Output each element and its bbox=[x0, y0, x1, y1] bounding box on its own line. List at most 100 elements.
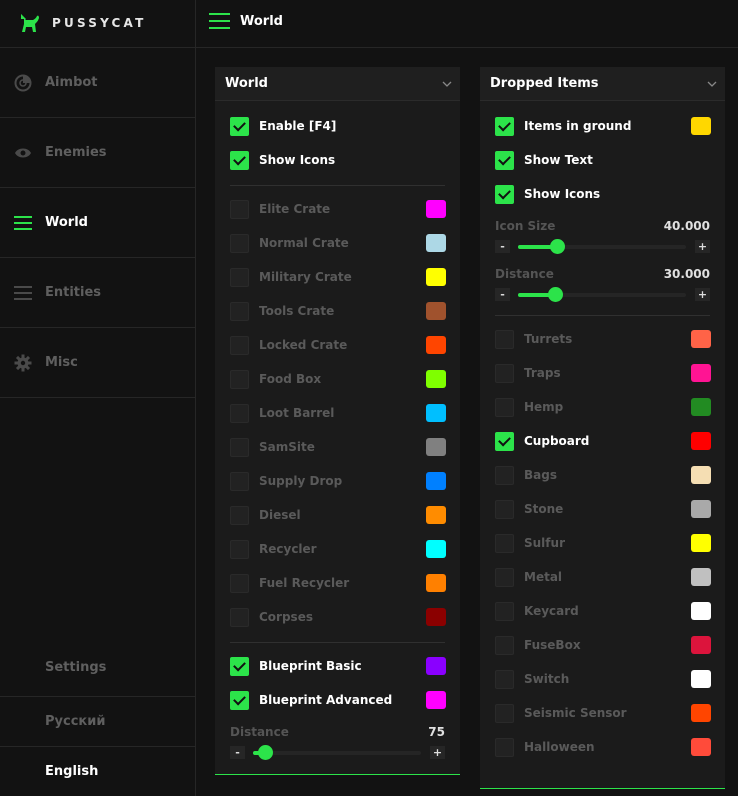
color-swatch[interactable] bbox=[426, 404, 446, 422]
checkbox[interactable] bbox=[495, 397, 514, 417]
color-swatch[interactable] bbox=[426, 540, 446, 558]
option-elite-crate[interactable]: Elite Crate bbox=[230, 199, 330, 219]
color-swatch[interactable] bbox=[691, 330, 711, 348]
option-samsite[interactable]: SamSite bbox=[230, 437, 315, 457]
color-swatch[interactable] bbox=[691, 500, 711, 518]
world-distance-slider-track[interactable] bbox=[253, 751, 421, 755]
color-swatch[interactable] bbox=[426, 574, 446, 592]
icon-size-decrement-button[interactable]: - bbox=[495, 240, 510, 253]
color-swatch[interactable] bbox=[691, 670, 711, 688]
option-tools-crate[interactable]: Tools Crate bbox=[230, 301, 334, 321]
checkbox[interactable] bbox=[230, 301, 249, 321]
checkbox[interactable] bbox=[230, 403, 249, 423]
option-diesel[interactable]: Diesel bbox=[230, 505, 301, 525]
color-swatch[interactable] bbox=[426, 234, 446, 252]
option-military-crate[interactable]: Military Crate bbox=[230, 267, 352, 287]
world-panel-header[interactable]: World bbox=[215, 67, 460, 101]
checkbox[interactable] bbox=[495, 601, 514, 621]
option-keycard[interactable]: Keycard bbox=[495, 601, 579, 621]
color-swatch[interactable] bbox=[691, 466, 711, 484]
option-recycler[interactable]: Recycler bbox=[230, 539, 317, 559]
color-swatch[interactable] bbox=[691, 704, 711, 722]
option-bags[interactable]: Bags bbox=[495, 465, 557, 485]
dropped-distance-increment-button[interactable]: + bbox=[695, 288, 710, 301]
color-swatch[interactable] bbox=[691, 432, 711, 450]
checkbox[interactable] bbox=[230, 539, 249, 559]
option-locked-crate[interactable]: Locked Crate bbox=[230, 335, 347, 355]
checkbox[interactable] bbox=[230, 471, 249, 491]
checkbox[interactable] bbox=[230, 505, 249, 525]
color-swatch[interactable] bbox=[426, 506, 446, 524]
option-seismic-sensor[interactable]: Seismic Sensor bbox=[495, 703, 627, 723]
checkbox[interactable] bbox=[495, 363, 514, 383]
checkbox[interactable] bbox=[230, 690, 249, 710]
checkbox[interactable] bbox=[495, 431, 514, 451]
option-show-icons[interactable]: Show Icons bbox=[230, 150, 335, 170]
checkbox[interactable] bbox=[495, 635, 514, 655]
settings-button[interactable]: Settings bbox=[0, 642, 196, 692]
checkbox[interactable] bbox=[495, 329, 514, 349]
color-swatch[interactable] bbox=[426, 200, 446, 218]
color-swatch[interactable] bbox=[691, 117, 711, 135]
checkbox[interactable] bbox=[495, 737, 514, 757]
color-swatch[interactable] bbox=[691, 738, 711, 756]
option-halloween[interactable]: Halloween bbox=[495, 737, 595, 757]
option-turrets[interactable]: Turrets bbox=[495, 329, 572, 349]
dropped-items-panel-header[interactable]: Dropped Items bbox=[480, 67, 725, 101]
option-normal-crate[interactable]: Normal Crate bbox=[230, 233, 349, 253]
option-food-box[interactable]: Food Box bbox=[230, 369, 321, 389]
checkbox[interactable] bbox=[495, 567, 514, 587]
icon-size-slider-handle[interactable] bbox=[550, 239, 565, 254]
world-distance-decrement-button[interactable]: - bbox=[230, 746, 245, 759]
option-loot-barrel[interactable]: Loot Barrel bbox=[230, 403, 334, 423]
option-blueprint-basic[interactable]: Blueprint Basic bbox=[230, 656, 362, 676]
checkbox[interactable] bbox=[230, 656, 249, 676]
option-show-text[interactable]: Show Text bbox=[495, 150, 593, 170]
checkbox[interactable] bbox=[495, 150, 514, 170]
color-swatch[interactable] bbox=[426, 691, 446, 709]
dropped-distance-slider-handle[interactable] bbox=[548, 287, 563, 302]
checkbox[interactable] bbox=[495, 184, 514, 204]
option-fusebox[interactable]: FuseBox bbox=[495, 635, 581, 655]
option-sulfur[interactable]: Sulfur bbox=[495, 533, 565, 553]
sidebar-item-misc[interactable]: Misc bbox=[0, 328, 196, 398]
color-swatch[interactable] bbox=[426, 302, 446, 320]
checkbox[interactable] bbox=[495, 499, 514, 519]
color-swatch[interactable] bbox=[691, 636, 711, 654]
option-fuel-recycler[interactable]: Fuel Recycler bbox=[230, 573, 349, 593]
checkbox[interactable] bbox=[495, 703, 514, 723]
option-show-icons[interactable]: Show Icons bbox=[495, 184, 600, 204]
color-swatch[interactable] bbox=[691, 364, 711, 382]
checkbox[interactable] bbox=[230, 369, 249, 389]
checkbox[interactable] bbox=[230, 335, 249, 355]
checkbox[interactable] bbox=[230, 233, 249, 253]
checkbox[interactable] bbox=[230, 607, 249, 627]
option-items-in-ground[interactable]: Items in ground bbox=[495, 116, 631, 136]
checkbox[interactable] bbox=[230, 199, 249, 219]
color-swatch[interactable] bbox=[426, 336, 446, 354]
checkbox[interactable] bbox=[495, 533, 514, 553]
color-swatch[interactable] bbox=[426, 438, 446, 456]
option-blueprint-advanced[interactable]: Blueprint Advanced bbox=[230, 690, 392, 710]
checkbox[interactable] bbox=[495, 116, 514, 136]
checkbox[interactable] bbox=[230, 150, 249, 170]
color-swatch[interactable] bbox=[426, 268, 446, 286]
checkbox[interactable] bbox=[230, 267, 249, 287]
checkbox[interactable] bbox=[230, 573, 249, 593]
checkbox[interactable] bbox=[230, 116, 249, 136]
sidebar-item-enemies[interactable]: Enemies bbox=[0, 118, 196, 188]
hamburger-menu-icon[interactable] bbox=[209, 12, 231, 30]
checkbox[interactable] bbox=[230, 437, 249, 457]
world-distance-increment-button[interactable]: + bbox=[430, 746, 445, 759]
color-swatch[interactable] bbox=[426, 370, 446, 388]
color-swatch[interactable] bbox=[691, 398, 711, 416]
checkbox[interactable] bbox=[495, 465, 514, 485]
dropped-distance-decrement-button[interactable]: - bbox=[495, 288, 510, 301]
color-swatch[interactable] bbox=[691, 568, 711, 586]
color-swatch[interactable] bbox=[426, 472, 446, 490]
option-supply-drop[interactable]: Supply Drop bbox=[230, 471, 342, 491]
checkbox[interactable] bbox=[495, 669, 514, 689]
option-cupboard[interactable]: Cupboard bbox=[495, 431, 589, 451]
color-swatch[interactable] bbox=[426, 657, 446, 675]
option-enable[interactable]: Enable [F4] bbox=[230, 116, 336, 136]
